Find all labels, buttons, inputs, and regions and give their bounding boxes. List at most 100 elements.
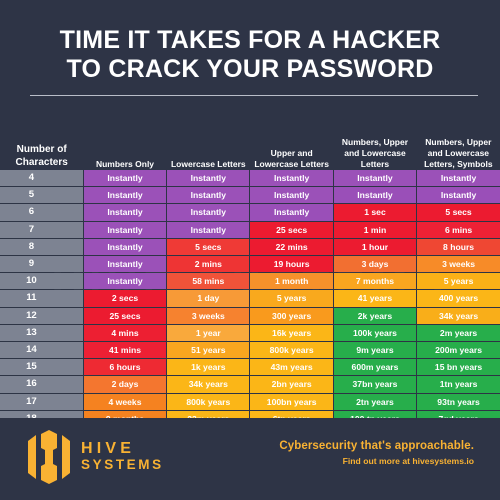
- footer-cta[interactable]: Find out more at hivesystems.io: [279, 456, 474, 466]
- cell-character-count: 4: [0, 170, 84, 188]
- cell-character-count: 13: [0, 324, 84, 343]
- cell-character-count: 9: [0, 255, 84, 274]
- cell-crack-time: Instantly: [83, 272, 168, 291]
- column-header-lowercase: Lowercase Letters: [166, 118, 250, 170]
- cell-crack-time: Instantly: [249, 203, 334, 222]
- table-row: 14 41 mins 51 years 800k years 9m years 200m …: [0, 341, 500, 360]
- cell-character-count: 15: [0, 358, 84, 377]
- cell-crack-time: 2m years: [416, 324, 500, 343]
- cell-character-count: 10: [0, 272, 84, 291]
- cell-crack-time: 7 months: [333, 272, 418, 291]
- header-row: Number of Characters Numbers Only Lowerc…: [0, 118, 500, 170]
- cell-crack-time: 1 year: [166, 324, 251, 343]
- grid: Number of Characters Numbers Only Lowerc…: [0, 118, 500, 428]
- cell-character-count: 16: [0, 375, 84, 394]
- cell-character-count: 12: [0, 307, 84, 325]
- table-row: 16 2 days 34k years 2bn years 37bn years 1tn …: [0, 375, 500, 394]
- cell-crack-time: Instantly: [83, 221, 168, 239]
- cell-crack-time: 25 secs: [83, 307, 168, 325]
- password-crack-time-table: Number of Characters Numbers Only Lowerc…: [0, 118, 500, 428]
- cell-crack-time: 2 secs: [83, 289, 168, 308]
- cell-crack-time: 4 weeks: [83, 393, 168, 411]
- table-row: 4 Instantly Instantly Instantly Instantly Ins…: [0, 170, 500, 188]
- cell-crack-time: Instantly: [416, 186, 500, 205]
- page-title: TIME IT TAKES FOR A HACKER TO CRACK YOUR…: [0, 0, 500, 96]
- cell-crack-time: 34k years: [166, 375, 251, 394]
- cell-crack-time: Instantly: [333, 186, 418, 205]
- table-row: 8 Instantly 5 secs 22 mins 1 hour 8 hours: [0, 238, 500, 257]
- cell-crack-time: Instantly: [249, 170, 334, 188]
- column-header-upper-lower: Upper and Lowercase Letters: [249, 118, 334, 170]
- cell-crack-time: 41 years: [333, 289, 418, 308]
- table-row: 13 4 mins 1 year 16k years 100k years 2m year…: [0, 324, 500, 343]
- logo-wordmark: HIVE SYSTEMS: [81, 440, 164, 473]
- cell-crack-time: 1 sec: [333, 203, 418, 222]
- cell-crack-time: 43m years: [249, 358, 334, 377]
- cell-crack-time: 2 mins: [166, 255, 251, 274]
- cell-crack-time: 800k years: [166, 393, 251, 411]
- cell-crack-time: 1 month: [249, 272, 334, 291]
- cell-crack-time: 800k years: [249, 341, 334, 360]
- footer-tagline-block: Cybersecurity that's approachable. Find …: [279, 440, 474, 466]
- cell-crack-time: 22 mins: [249, 238, 334, 257]
- cell-crack-time: 58 mins: [166, 272, 251, 291]
- cell-crack-time: 41 mins: [83, 341, 168, 360]
- cell-crack-time: 16k years: [249, 324, 334, 343]
- cell-crack-time: Instantly: [83, 186, 168, 205]
- cell-character-count: 14: [0, 341, 84, 360]
- cell-character-count: 8: [0, 238, 84, 257]
- cell-crack-time: 9m years: [333, 341, 418, 360]
- title-line-1: TIME IT TAKES FOR A HACKER: [59, 26, 441, 54]
- cell-crack-time: 34k years: [416, 307, 500, 325]
- cell-crack-time: 400 years: [416, 289, 500, 308]
- cell-crack-time: 6 mins: [416, 221, 500, 239]
- title-line-2: TO CRACK YOUR PASSWORD: [66, 54, 434, 83]
- cell-crack-time: 1tn years: [416, 375, 500, 394]
- cell-crack-time: 37bn years: [333, 375, 418, 394]
- logo-line-1: HIVE: [81, 440, 136, 458]
- cell-crack-time: Instantly: [416, 170, 500, 188]
- footer-tagline: Cybersecurity that's approachable.: [279, 440, 474, 452]
- cell-crack-time: 5 years: [416, 272, 500, 291]
- cell-character-count: 11: [0, 289, 84, 308]
- cell-crack-time: 15 bn years: [416, 358, 500, 377]
- cell-crack-time: Instantly: [166, 186, 251, 205]
- cell-crack-time: Instantly: [83, 170, 168, 188]
- cell-crack-time: 93tn years: [416, 393, 500, 411]
- cell-crack-time: 8 hours: [416, 238, 500, 257]
- cell-character-count: 6: [0, 203, 84, 222]
- infographic-page: TIME IT TAKES FOR A HACKER TO CRACK YOUR…: [0, 0, 500, 500]
- cell-crack-time: 600m years: [333, 358, 418, 377]
- title-divider: [30, 95, 478, 96]
- cell-crack-time: 3 weeks: [166, 307, 251, 325]
- table-row: 17 4 weeks 800k years 100bn years 2tn years 9…: [0, 393, 500, 411]
- cell-crack-time: 2k years: [333, 307, 418, 325]
- cell-crack-time: 2tn years: [333, 393, 418, 411]
- table-row: 6 Instantly Instantly Instantly 1 sec 5 secs: [0, 203, 500, 222]
- cell-crack-time: 1 day: [166, 289, 251, 308]
- cell-crack-time: Instantly: [166, 170, 251, 188]
- cell-crack-time: 19 hours: [249, 255, 334, 274]
- cell-crack-time: 25 secs: [249, 221, 334, 239]
- table-head: Number of Characters Numbers Only Lowerc…: [0, 118, 500, 170]
- cell-crack-time: 5 secs: [166, 238, 251, 257]
- cell-crack-time: Instantly: [333, 170, 418, 188]
- cell-crack-time: Instantly: [83, 238, 168, 257]
- cell-crack-time: 1 hour: [333, 238, 418, 257]
- column-header-numbers-only: Numbers Only: [83, 118, 167, 170]
- logo-line-2: SYSTEMS: [81, 457, 164, 473]
- column-header-characters: Number of Characters: [0, 118, 84, 170]
- cell-crack-time: 100k years: [333, 324, 418, 343]
- column-header-numbers-upper-lower-symbols: Numbers, Upper and Lowercase Letters, Sy…: [416, 118, 500, 170]
- cell-crack-time: 4 mins: [83, 324, 168, 343]
- hive-hexagon-logo-icon: [28, 430, 70, 484]
- cell-character-count: 5: [0, 186, 84, 205]
- cell-crack-time: Instantly: [83, 255, 168, 274]
- table-row: 9 Instantly 2 mins 19 hours 3 days 3 weeks: [0, 255, 500, 274]
- cell-crack-time: 1k years: [166, 358, 251, 377]
- cell-crack-time: 100bn years: [249, 393, 334, 411]
- cell-crack-time: 5 years: [249, 289, 334, 308]
- cell-crack-time: 3 weeks: [416, 255, 500, 274]
- table-row: 10 Instantly 58 mins 1 month 7 months 5 years: [0, 272, 500, 291]
- cell-crack-time: 300 years: [249, 307, 334, 325]
